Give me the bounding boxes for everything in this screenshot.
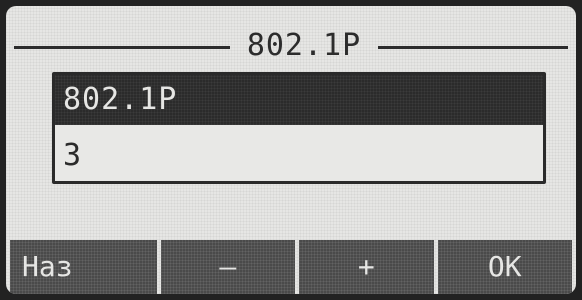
ok-softkey[interactable]: OK	[437, 240, 572, 294]
title-divider-left	[14, 46, 230, 49]
decrease-softkey[interactable]: –	[160, 240, 295, 294]
title-divider-right	[378, 46, 568, 49]
menu-item-selected[interactable]: 802.1P	[55, 75, 543, 125]
menu-item-value[interactable]: 3	[55, 131, 543, 181]
softkey-bar: Наз – + OK	[10, 240, 572, 294]
increase-softkey[interactable]: +	[299, 240, 434, 294]
back-softkey[interactable]: Наз	[10, 240, 157, 294]
lcd-screen: 802.1P 802.1P 3 Наз – + OK	[6, 6, 576, 294]
menu-list: 802.1P 3	[52, 72, 546, 184]
page-title: 802.1P	[246, 28, 362, 63]
device-bezel: 802.1P 802.1P 3 Наз – + OK	[0, 0, 582, 300]
title-bar: 802.1P	[14, 26, 568, 66]
